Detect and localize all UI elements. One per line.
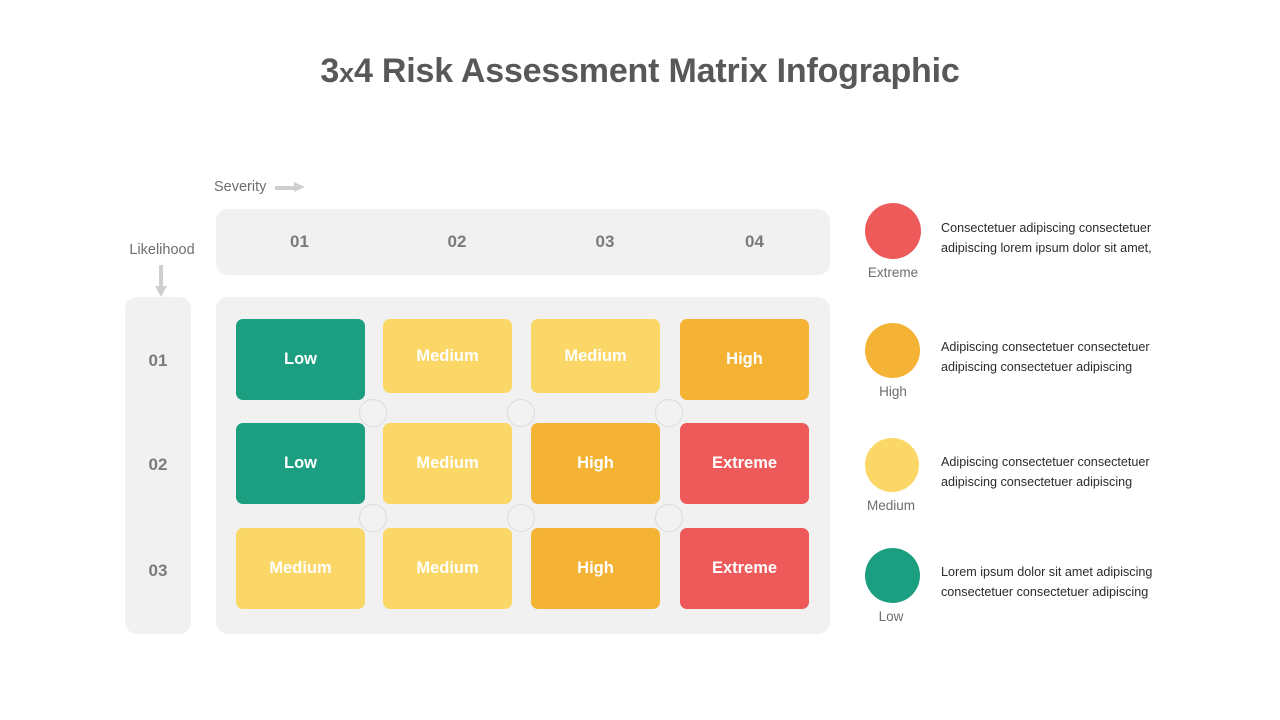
severity-column-header-strip: 01 02 03 04 bbox=[216, 209, 830, 275]
node-circle-r2c3[interactable] bbox=[655, 504, 683, 532]
page-title-prefix: 3 bbox=[320, 52, 340, 90]
arrow-right-icon bbox=[275, 182, 306, 192]
matrix-cell-r3c3[interactable]: High bbox=[531, 528, 660, 609]
legend-description-high: Adipiscing consectetuer consectetuer adi… bbox=[941, 340, 1150, 374]
matrix-cell-r2c3[interactable]: High bbox=[531, 423, 660, 504]
matrix-cell-r1c1[interactable]: Low bbox=[236, 319, 365, 400]
legend-swatch-low bbox=[865, 548, 920, 603]
matrix-cell-r1c3[interactable]: Medium bbox=[531, 319, 660, 393]
legend-label-extreme: Extreme bbox=[867, 265, 919, 280]
matrix-cell-r2c2[interactable]: Medium bbox=[383, 423, 512, 504]
node-circle-r1c3[interactable] bbox=[655, 399, 683, 427]
matrix-cell-r2c4[interactable]: Extreme bbox=[680, 423, 809, 504]
legend-label-high: High bbox=[879, 384, 907, 399]
node-circle-r2c2[interactable] bbox=[507, 504, 535, 532]
matrix-cell-r1c4[interactable]: High bbox=[680, 319, 809, 400]
column-header-02[interactable]: 02 bbox=[383, 209, 531, 275]
matrix-cell-r1c2[interactable]: Medium bbox=[383, 319, 512, 393]
legend-swatch-high bbox=[865, 323, 920, 378]
page-title: 3x4 Risk Assessment Matrix Infographic bbox=[0, 52, 1280, 91]
node-circle-r2c1[interactable] bbox=[359, 504, 387, 532]
column-header-01[interactable]: 01 bbox=[216, 209, 383, 275]
row-header-02[interactable]: 02 bbox=[125, 455, 191, 475]
matrix-cell-r3c4[interactable]: Extreme bbox=[680, 528, 809, 609]
likelihood-label-text: Likelihood bbox=[129, 242, 195, 258]
row-header-03[interactable]: 03 bbox=[125, 561, 191, 581]
legend-label-medium: Medium bbox=[866, 498, 915, 513]
risk-matrix-panel: Low Medium Medium High Low Medium High E… bbox=[216, 297, 830, 634]
page-title-x: x bbox=[339, 58, 354, 88]
legend-description-extreme: Consectetuer adipiscing consectetuer adi… bbox=[941, 221, 1152, 255]
page-title-suffix: 4 Risk Assessment Matrix Infographic bbox=[353, 52, 960, 90]
likelihood-row-header-strip: 01 02 03 bbox=[125, 297, 191, 634]
legend-swatch-medium bbox=[865, 438, 919, 492]
arrow-down-icon bbox=[155, 265, 167, 297]
legend-description-medium: Adipiscing consectetuer consectetuer adi… bbox=[941, 455, 1150, 489]
legend-label-low: Low bbox=[878, 609, 904, 624]
legend-swatch-extreme bbox=[865, 203, 921, 259]
matrix-cell-r3c1[interactable]: Medium bbox=[236, 528, 365, 609]
legend-description-low: Lorem ipsum dolor sit amet adipiscing co… bbox=[941, 565, 1153, 599]
column-header-03[interactable]: 03 bbox=[531, 209, 679, 275]
node-circle-r1c2[interactable] bbox=[507, 399, 535, 427]
severity-axis-label: Severity bbox=[214, 179, 306, 195]
severity-label-text: Severity bbox=[214, 179, 267, 195]
matrix-cell-r2c1[interactable]: Low bbox=[236, 423, 365, 504]
column-header-04[interactable]: 04 bbox=[679, 209, 830, 275]
node-circle-r1c1[interactable] bbox=[359, 399, 387, 427]
row-header-01[interactable]: 01 bbox=[125, 351, 191, 371]
matrix-cell-r3c2[interactable]: Medium bbox=[383, 528, 512, 609]
